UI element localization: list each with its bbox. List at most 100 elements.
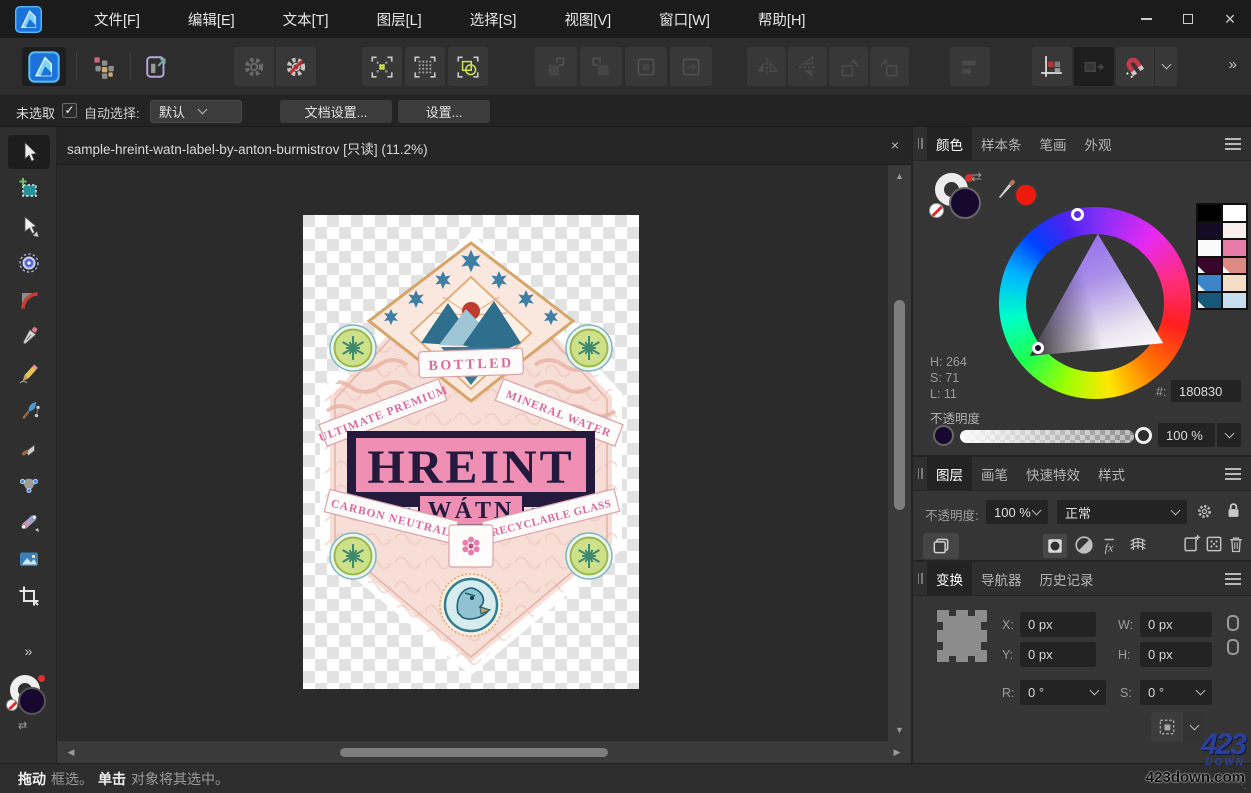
insert-inside-button[interactable] — [625, 47, 667, 86]
artboard-page[interactable]: ULTIMATE PREMIUM MINERAL WATER BOTTLED H… — [303, 215, 639, 689]
scroll-left-icon[interactable]: ◀ — [61, 747, 81, 758]
menu-file[interactable]: 文件[F] — [70, 0, 164, 39]
hex-input[interactable]: 180830 — [1171, 380, 1241, 402]
minimize-button[interactable] — [1125, 0, 1167, 38]
tab-history[interactable]: 历史记录 — [1031, 562, 1103, 595]
guides-manager-button[interactable] — [276, 47, 316, 86]
canvas[interactable]: ULTIMATE PREMIUM MINERAL WATER BOTTLED H… — [57, 165, 888, 741]
adjustment-layer-button[interactable] — [1073, 534, 1095, 556]
menu-edit[interactable]: 编辑[E] — [164, 0, 259, 39]
auto-select-checkbox[interactable]: ✓ — [62, 103, 77, 118]
rotate-ccw-button[interactable] — [829, 47, 868, 86]
picked-color-swatch[interactable] — [1014, 183, 1038, 207]
vertical-scrollbar[interactable]: ▲ ▼ — [888, 165, 911, 741]
add-layer-button[interactable] — [1181, 534, 1201, 554]
tab-color[interactable]: 颜色 — [927, 127, 972, 160]
pencil-tool[interactable] — [8, 357, 50, 391]
insert-behind-button[interactable] — [535, 47, 577, 86]
shear-dropdown[interactable]: 0 ° — [1140, 680, 1212, 705]
vertical-scroll-thumb[interactable] — [894, 300, 905, 510]
more-tools-button[interactable]: » — [0, 643, 57, 659]
vector-crop-tool[interactable] — [8, 579, 50, 613]
node-tool[interactable] — [8, 209, 50, 243]
x-input[interactable]: 0 px — [1020, 612, 1096, 637]
live-filter-button[interactable] — [1127, 534, 1149, 556]
swatch[interactable] — [1197, 257, 1222, 275]
swatch[interactable] — [1197, 204, 1222, 222]
snap-to-grid-button[interactable] — [362, 47, 402, 86]
h-input[interactable]: 0 px — [1140, 642, 1212, 667]
fill-swatch[interactable] — [949, 187, 981, 219]
swatch[interactable] — [1222, 239, 1247, 257]
tab-styles[interactable]: 样式 — [1089, 457, 1134, 490]
document-tab[interactable]: sample-hreint-watn-label-by-anton-burmis… — [67, 138, 428, 158]
snap-to-object-button[interactable] — [448, 47, 488, 86]
panel-menu-icon[interactable] — [1225, 468, 1241, 480]
rotation-dropdown[interactable]: 0 ° — [1020, 680, 1106, 705]
swap-colors-icon[interactable]: ⇄ — [971, 169, 982, 185]
replace-selection-button[interactable] — [670, 47, 712, 86]
panel-drag-handle[interactable] — [913, 562, 927, 595]
blend-mode-dropdown[interactable]: 正常 — [1057, 500, 1187, 524]
menu-view[interactable]: 视图[V] — [540, 0, 635, 39]
anchor-point-selector[interactable] — [935, 606, 989, 666]
swatch[interactable] — [1222, 274, 1247, 292]
none-swatch[interactable] — [6, 699, 18, 711]
toggle-guides-button[interactable] — [234, 47, 274, 86]
scroll-right-icon[interactable]: ▶ — [887, 747, 907, 758]
scroll-up-icon[interactable]: ▲ — [888, 171, 911, 181]
rotate-cw-button[interactable] — [870, 47, 909, 86]
cycle-selection-box-button[interactable] — [1074, 47, 1114, 86]
panel-menu-icon[interactable] — [1225, 138, 1241, 150]
opacity-slider[interactable] — [960, 430, 1134, 443]
swatch[interactable] — [1197, 239, 1222, 257]
menu-text[interactable]: 文本[T] — [259, 0, 353, 39]
auto-select-dropdown[interactable]: 默认 — [150, 100, 242, 123]
swatch[interactable] — [1222, 292, 1247, 310]
menu-select[interactable]: 选择[S] — [446, 0, 541, 39]
tab-appearance[interactable]: 外观 — [1076, 127, 1121, 160]
horizontal-scroll-thumb[interactable] — [340, 748, 608, 757]
document-setup-button[interactable]: 文档设置... — [280, 100, 392, 123]
menu-window[interactable]: 窗口[W] — [635, 0, 734, 39]
menu-layer[interactable]: 图层[L] — [353, 0, 446, 39]
swatch[interactable] — [1197, 274, 1222, 292]
pixel-persona-button[interactable] — [84, 47, 122, 86]
panel-menu-icon[interactable] — [1225, 573, 1241, 585]
designer-persona-button[interactable] — [22, 47, 66, 86]
opacity-dropdown[interactable] — [1217, 423, 1241, 447]
pen-tool[interactable] — [8, 320, 50, 354]
shade-selector[interactable] — [1032, 342, 1044, 354]
toolbar-overflow-button[interactable]: » — [1229, 56, 1237, 73]
maximize-button[interactable] — [1167, 0, 1209, 38]
lock-button[interactable] — [1225, 501, 1242, 520]
add-pixel-layer-button[interactable] — [1204, 534, 1224, 554]
delete-layer-button[interactable] — [1226, 534, 1246, 554]
corner-tool[interactable] — [8, 283, 50, 317]
insert-in-front-button[interactable] — [580, 47, 622, 86]
tab-navigator[interactable]: 导航器 — [972, 562, 1031, 595]
vector-brush-tool[interactable] — [8, 394, 50, 428]
force-pixel-alignment-button[interactable] — [405, 47, 445, 86]
blend-options-button[interactable] — [1195, 502, 1214, 521]
tab-close-icon[interactable]: × — [891, 137, 899, 153]
color-wheel[interactable] — [999, 207, 1191, 399]
edit-all-layers-button[interactable] — [923, 533, 959, 559]
mask-layer-button[interactable] — [1043, 534, 1067, 558]
fill-swatch[interactable] — [18, 687, 46, 715]
resize-grip[interactable]: ⋱ — [1237, 780, 1248, 791]
none-swatch[interactable] — [929, 203, 944, 218]
swatch[interactable] — [1222, 222, 1247, 240]
mesh-warp-tool[interactable] — [8, 468, 50, 502]
knife-tool[interactable] — [8, 431, 50, 465]
scroll-down-icon[interactable]: ▼ — [888, 725, 911, 735]
point-transform-tool[interactable] — [8, 246, 50, 280]
transparency-tool[interactable] — [8, 505, 50, 539]
layer-effects-button[interactable]: fx — [1101, 534, 1123, 556]
swatch[interactable] — [1197, 292, 1222, 310]
tab-quick-fx[interactable]: 快速特效 — [1017, 457, 1089, 490]
horizontal-scrollbar[interactable]: ◀ ▶ — [57, 741, 911, 763]
flip-horizontal-button[interactable] — [747, 47, 786, 86]
swatch[interactable] — [1222, 204, 1247, 222]
tab-transform[interactable]: 变换 — [927, 562, 972, 595]
